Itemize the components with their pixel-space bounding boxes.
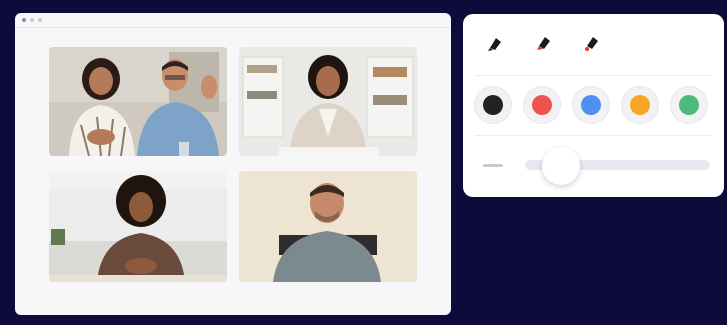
brush-size-slider-handle[interactable] xyxy=(542,147,580,185)
red-color-dot xyxy=(532,95,552,115)
color-swatch-orange[interactable] xyxy=(621,86,659,124)
participant-tile-4[interactable] xyxy=(239,171,417,282)
drawing-tools-panel xyxy=(463,14,724,197)
color-swatch-black[interactable] xyxy=(474,86,512,124)
marker-black-tool[interactable] xyxy=(484,32,506,54)
participant-tile-3[interactable] xyxy=(49,171,227,282)
black-color-dot xyxy=(483,95,503,115)
eraser-icon xyxy=(585,37,598,51)
person-video-icon xyxy=(49,171,227,282)
color-swatch-green[interactable] xyxy=(670,86,708,124)
window-minimize-control[interactable] xyxy=(30,18,34,22)
eraser-tool[interactable] xyxy=(580,32,602,54)
green-color-dot xyxy=(679,95,699,115)
color-swatch-red[interactable] xyxy=(523,86,561,124)
toolbar-divider xyxy=(475,75,712,76)
person-video-icon xyxy=(239,47,417,156)
marker-icon xyxy=(488,38,501,51)
highlighter-icon xyxy=(537,37,550,50)
marker-red-tool[interactable] xyxy=(532,32,554,54)
participant-tile-2[interactable] xyxy=(239,47,417,156)
color-swatch-blue[interactable] xyxy=(572,86,610,124)
participant-tile-1[interactable] xyxy=(49,47,227,156)
window-maximize-control[interactable] xyxy=(38,18,42,22)
two-people-video-icon xyxy=(49,47,227,156)
video-call-window xyxy=(15,13,451,315)
window-close-control[interactable] xyxy=(22,18,26,22)
brush-size-minus-icon xyxy=(483,164,503,167)
orange-color-dot xyxy=(630,95,650,115)
window-titlebar xyxy=(15,13,451,28)
toolbar-divider xyxy=(475,135,712,136)
person-video-icon xyxy=(239,171,417,282)
blue-color-dot xyxy=(581,95,601,115)
